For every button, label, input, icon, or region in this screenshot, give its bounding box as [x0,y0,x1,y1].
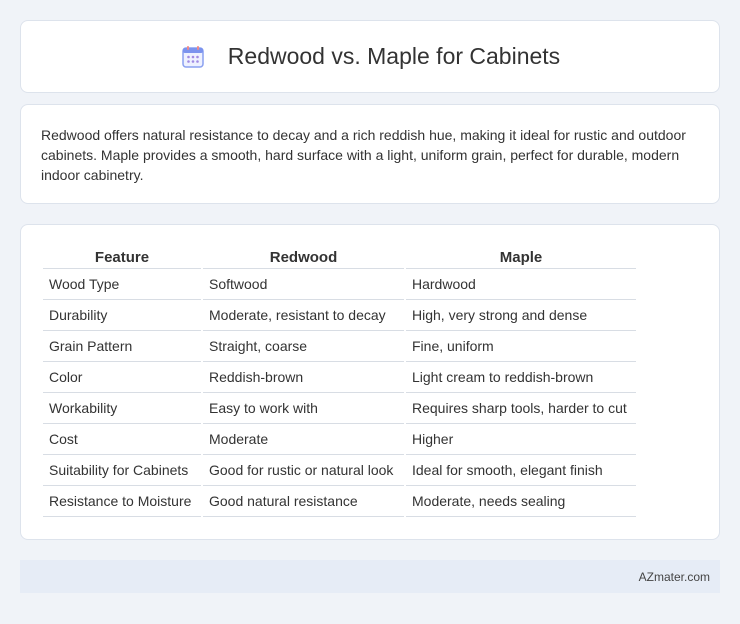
header-redwood: Redwood [203,247,404,269]
header-maple: Maple [406,247,636,269]
cell-maple: Higher [406,424,636,455]
cell-feature: Wood Type [43,269,201,300]
table-row: Cost Moderate Higher [43,424,636,455]
cell-maple: High, very strong and dense [406,300,636,331]
table-row: Color Reddish-brown Light cream to reddi… [43,362,636,393]
cell-maple: Light cream to reddish-brown [406,362,636,393]
table-row: Suitability for Cabinets Good for rustic… [43,455,636,486]
header-feature: Feature [43,247,201,269]
cell-redwood: Easy to work with [203,393,404,424]
cell-redwood: Straight, coarse [203,331,404,362]
table-header-row: Feature Redwood Maple [43,247,636,269]
cell-maple: Moderate, needs sealing [406,486,636,517]
description-text: Redwood offers natural resistance to dec… [41,127,686,183]
cell-feature: Grain Pattern [43,331,201,362]
table-row: Workability Easy to work with Requires s… [43,393,636,424]
cell-feature: Resistance to Moisture [43,486,201,517]
cell-feature: Durability [43,300,201,331]
cell-maple: Requires sharp tools, harder to cut [406,393,636,424]
cell-maple: Ideal for smooth, elegant finish [406,455,636,486]
footer-site-link[interactable]: AZmater.com [639,570,710,584]
description-card: Redwood offers natural resistance to dec… [20,104,720,204]
cell-maple: Hardwood [406,269,636,300]
cell-redwood: Good for rustic or natural look [203,455,404,486]
cell-redwood: Moderate [203,424,404,455]
cell-feature: Color [43,362,201,393]
cell-feature: Suitability for Cabinets [43,455,201,486]
cell-redwood: Softwood [203,269,404,300]
comparison-card: Feature Redwood Maple Wood Type Softwood… [20,224,720,540]
table-row: Wood Type Softwood Hardwood [43,269,636,300]
cell-redwood: Good natural resistance [203,486,404,517]
cell-maple: Fine, uniform [406,331,636,362]
cell-feature: Cost [43,424,201,455]
footer: AZmater.com [20,560,720,593]
table-row: Grain Pattern Straight, coarse Fine, uni… [43,331,636,362]
title-card: Redwood vs. Maple for Cabinets [20,20,720,93]
cell-feature: Workability [43,393,201,424]
table-row: Durability Moderate, resistant to decay … [43,300,636,331]
calendar-icon [180,44,206,70]
comparison-table: Feature Redwood Maple Wood Type Softwood… [41,247,638,517]
cell-redwood: Reddish-brown [203,362,404,393]
cell-redwood: Moderate, resistant to decay [203,300,404,331]
page-title: Redwood vs. Maple for Cabinets [227,43,561,69]
table-row: Resistance to Moisture Good natural resi… [43,486,636,517]
